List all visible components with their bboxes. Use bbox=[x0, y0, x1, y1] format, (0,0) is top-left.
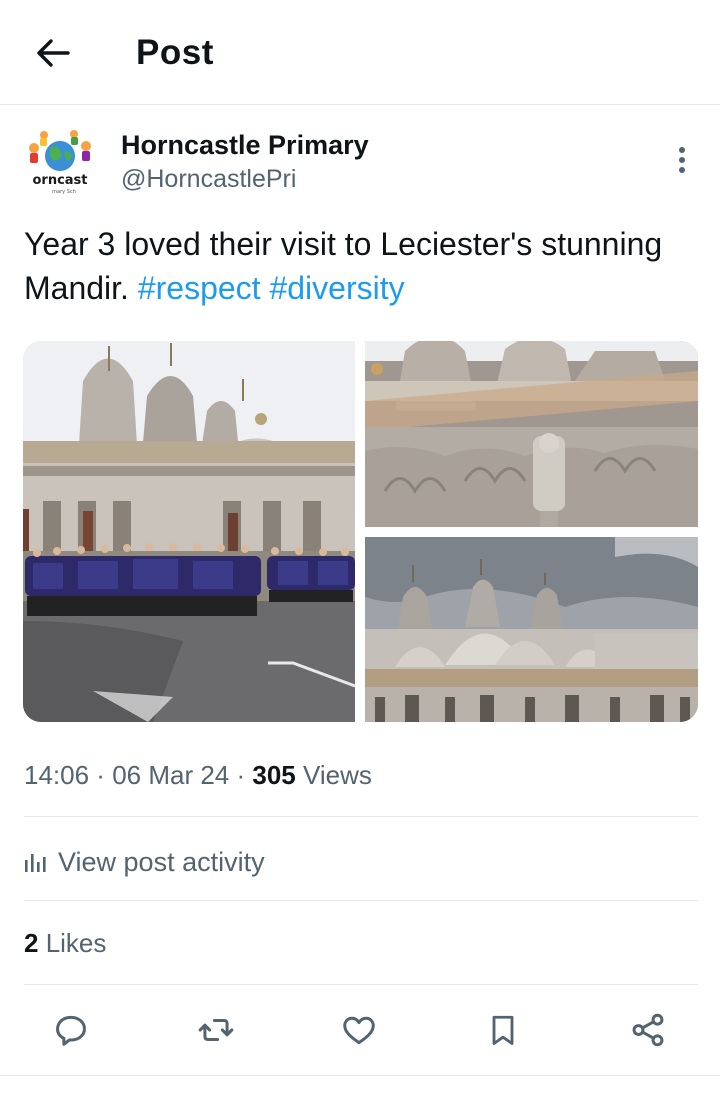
share-button[interactable] bbox=[624, 1006, 672, 1054]
likes-link[interactable]: 2 Likes bbox=[24, 928, 106, 959]
more-options-button[interactable] bbox=[668, 140, 696, 180]
divider bbox=[24, 900, 698, 901]
hashtag-diversity[interactable]: #diversity bbox=[269, 270, 404, 306]
display-name[interactable]: Horncastle Primary bbox=[121, 130, 369, 161]
reply-button[interactable] bbox=[47, 1006, 95, 1054]
divider bbox=[0, 1075, 720, 1076]
svg-text:orncast: orncast bbox=[32, 173, 87, 188]
divider bbox=[24, 984, 698, 985]
hashtag-respect[interactable]: #respect bbox=[138, 270, 261, 306]
temple-carving-closeup[interactable] bbox=[365, 341, 698, 527]
user-handle[interactable]: @HorncastlePri bbox=[121, 165, 296, 194]
post-meta: 14:06 · 06 Mar 24 · 305 Views bbox=[24, 760, 372, 790]
views-count: 305 bbox=[252, 760, 296, 790]
post-text: Year 3 loved their visit to Leciester's … bbox=[24, 222, 704, 310]
post-time[interactable]: 14:06 bbox=[24, 760, 89, 790]
divider bbox=[24, 816, 698, 817]
bookmark-button[interactable] bbox=[479, 1006, 527, 1054]
repost-button[interactable] bbox=[192, 1006, 240, 1054]
view-post-activity-button[interactable]: View post activity bbox=[24, 840, 265, 884]
svg-text:mary Sch: mary Sch bbox=[52, 189, 76, 195]
post-date[interactable]: 06 Mar 24 bbox=[112, 760, 229, 790]
top-bar: Post bbox=[0, 0, 720, 105]
reply-icon bbox=[56, 1015, 86, 1046]
likes-label: Likes bbox=[38, 928, 107, 958]
like-button[interactable] bbox=[335, 1006, 383, 1054]
action-bar bbox=[0, 1006, 720, 1054]
share-icon bbox=[632, 1013, 664, 1047]
repost-icon bbox=[198, 1018, 234, 1042]
temple-group-photo[interactable] bbox=[23, 341, 355, 722]
back-button[interactable] bbox=[30, 30, 76, 76]
avatar[interactable]: orncast mary Sch bbox=[22, 126, 98, 202]
media-grid bbox=[23, 341, 698, 722]
likes-count: 2 bbox=[24, 928, 39, 958]
views-label: Views bbox=[295, 760, 372, 790]
bar-chart-icon bbox=[25, 854, 46, 872]
like-icon bbox=[343, 1016, 375, 1045]
activity-label: View post activity bbox=[58, 846, 265, 877]
more-vertical-icon bbox=[679, 147, 685, 173]
page-title: Post bbox=[136, 33, 214, 72]
bookmark-icon bbox=[492, 1015, 514, 1045]
temple-domes-photo[interactable] bbox=[365, 537, 698, 722]
arrow-left-icon bbox=[37, 39, 70, 67]
